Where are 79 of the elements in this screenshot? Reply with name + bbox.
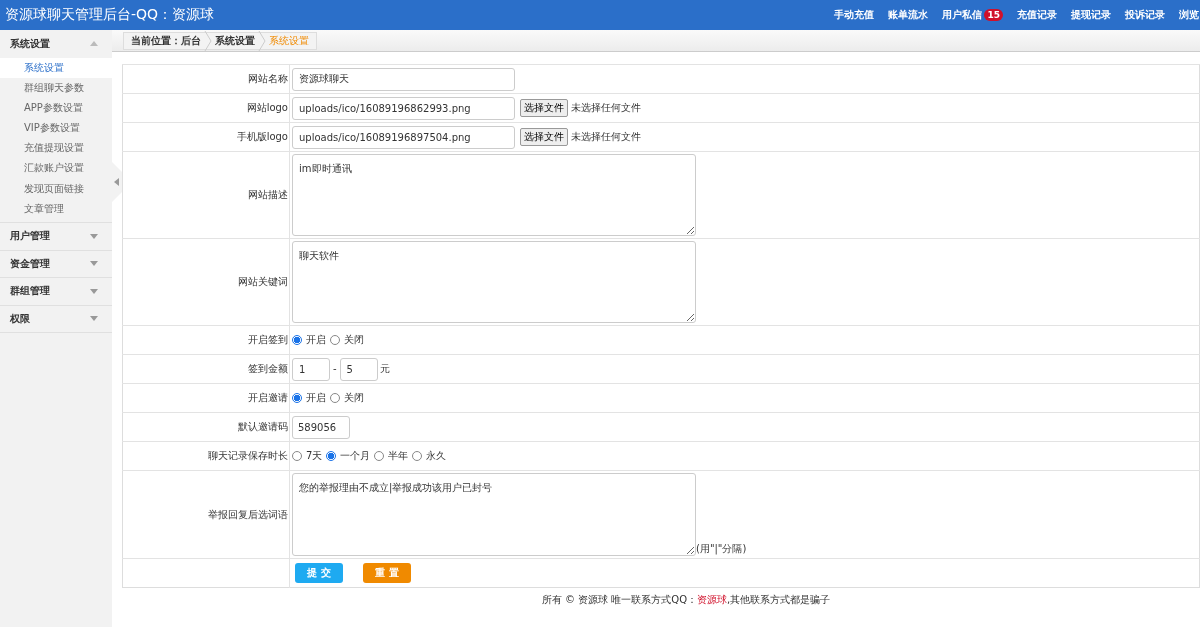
nav-link[interactable]: 充值记录 [1010,8,1064,22]
field-label: 默认邀请码 [238,421,288,432]
option-label[interactable]: 关闭 [344,391,364,405]
field-label: 开启签到 [248,334,288,345]
sidebar-item[interactable]: APP参数设置 [0,97,112,119]
sidebar-group-header[interactable]: 权限 [0,305,112,333]
caret-icon [90,316,98,322]
app-title: 资源球聊天管理后台-QQ：资源球 [5,6,215,24]
caret-icon [114,178,120,186]
field-label: 开启邀请 [248,392,288,403]
group-label: 用户管理 [10,229,50,244]
count-badge: 15 [984,9,1003,21]
sidebar-item[interactable]: 系统设置 [0,57,112,78]
radio-button[interactable] [330,335,340,345]
radio-button[interactable] [326,451,337,461]
file-status: 未选择任何文件 [571,131,641,142]
group-label: 权限 [10,311,30,326]
radio-button[interactable] [292,335,302,345]
sidebar-group-header[interactable]: 群组管理 [0,278,112,306]
input-field[interactable]: uploads/ico/16089196862993.png [292,96,515,120]
caret-icon [90,261,98,267]
radio-button[interactable] [292,393,302,403]
hint-text: (用"|"分隔) [696,543,747,554]
nav-link[interactable]: 投诉记录 [1118,8,1172,22]
option-label[interactable]: 关闭 [344,333,364,347]
option-label[interactable]: 7天 [306,449,323,463]
sidebar-item[interactable]: VIP参数设置 [0,118,112,139]
field-label: 网站logo [246,102,288,113]
breadcrumb-item[interactable]: 系统设置 [212,34,258,48]
sidebar-item[interactable]: 群组聊天参数 [0,77,112,98]
radio-button[interactable] [374,451,385,461]
field-label: 签到金额 [248,363,288,374]
breadcrumb-item[interactable]: 当前位置：后台 [128,34,204,48]
option-label[interactable]: 半年 [388,449,409,463]
group-label: 资金管理 [10,256,50,271]
nav-link[interactable]: 用户私信 15 [935,8,1010,22]
nav-link[interactable]: 账单流水 [881,8,936,22]
input-field[interactable]: 5 [339,357,378,381]
option-label[interactable]: 开启 [306,391,326,405]
separator-text: - [333,363,337,374]
radio-button[interactable] [292,451,302,461]
sidebar-group-header[interactable]: 系统设置 [0,30,112,58]
field-label: 网站关键词 [238,276,288,287]
sidebar-item[interactable]: 充值提现设置 [0,138,112,159]
field-label: 网站描述 [248,189,288,200]
choose-file-button[interactable]: 选择文件 [520,99,568,117]
sidebar-group-header[interactable]: 用户管理 [0,223,112,251]
radio-button[interactable] [412,451,423,461]
sidebar-item[interactable]: 汇款账户设置 [0,158,112,179]
caret-icon [90,233,98,239]
sidebar-group-header[interactable]: 资金管理 [0,250,112,278]
caret-icon [90,41,98,47]
radio-button[interactable] [330,393,340,403]
input-field[interactable]: uploads/ico/16089196897504.png [292,125,515,149]
input-field[interactable]: 1 [292,357,330,381]
field-label: 举报回复后选词语 [208,508,288,520]
footer-text: 所有 © 资源球 唯一联系方式QQ：资源球,其他联系方式都是骗子 [540,593,832,607]
input-field[interactable]: 589056 [292,415,350,439]
text-area[interactable]: 您的举报理由不成立|举报成功该用户已封号 [292,473,696,556]
text-area[interactable]: im即时通讯 [292,154,696,236]
group-label: 系统设置 [10,36,50,51]
option-label[interactable]: 一个月 [340,449,371,463]
nav-link[interactable]: 浏览 [1172,8,1200,22]
field-label: 手机版logo [236,131,288,142]
nav-link[interactable]: 手动充值 [827,8,882,22]
unit-text: 元 [379,363,390,374]
option-label[interactable]: 开启 [306,333,326,347]
sidebar-item[interactable]: 文章管理 [0,198,112,219]
field-label: 网站名称 [248,73,288,84]
option-label[interactable]: 永久 [426,449,447,463]
field-label: 聊天记录保存时长 [208,450,288,461]
choose-file-button[interactable]: 选择文件 [520,128,568,146]
text-area[interactable]: 聊天软件 [292,241,696,323]
caret-icon [90,288,98,294]
nav-link[interactable]: 提现记录 [1064,8,1118,22]
input-field[interactable]: 资源球聊天 [292,67,515,91]
file-status: 未选择任何文件 [571,102,641,113]
sidebar-item[interactable]: 发现页面链接 [0,178,112,199]
group-label: 群组管理 [10,284,50,299]
